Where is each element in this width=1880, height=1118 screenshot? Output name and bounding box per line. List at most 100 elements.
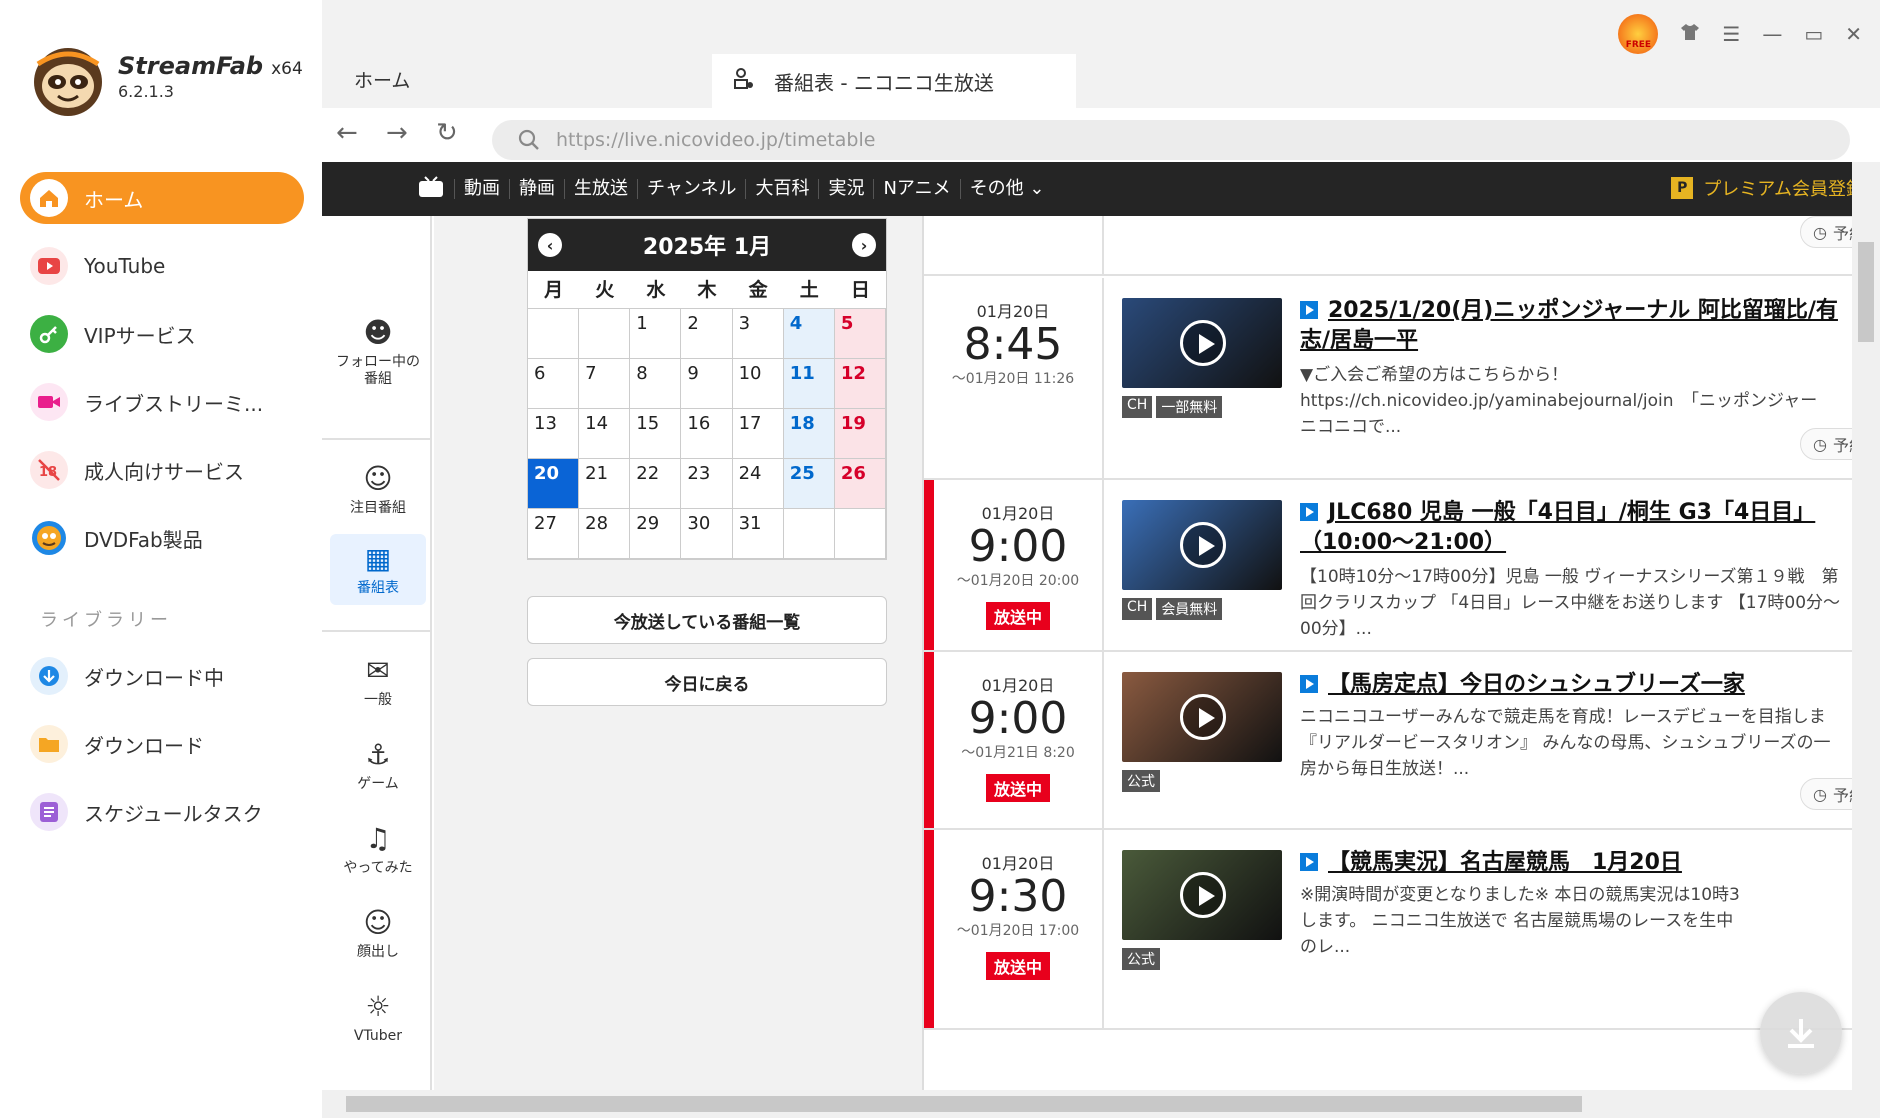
program-thumbnail[interactable] bbox=[1122, 298, 1282, 388]
calendar-day[interactable]: 19 bbox=[834, 409, 886, 459]
sidebar-item-schedule[interactable]: スケジュールタスク bbox=[20, 786, 304, 838]
nav-link-more[interactable]: その他 ⌄ bbox=[959, 179, 1054, 199]
close-icon[interactable]: ✕ bbox=[1845, 22, 1862, 46]
calendar-day[interactable]: 23 bbox=[681, 459, 733, 509]
address-bar[interactable]: https://live.nicovideo.jp/timetable bbox=[492, 120, 1850, 160]
next-month-icon[interactable]: › bbox=[851, 233, 876, 257]
nav-link-channel[interactable]: チャンネル bbox=[637, 179, 745, 199]
program-title-link[interactable]: JLC680 児島 一般「4日目」/桐生 G3「4日目」 （10:00～21:0… bbox=[1300, 498, 1852, 558]
nav-link-jikkyo[interactable]: 実況 bbox=[818, 179, 873, 199]
premium-register-link[interactable]: P プレミアム会員登録 bbox=[1671, 175, 1864, 201]
reserve-button[interactable]: ◷予約 bbox=[1800, 778, 1852, 810]
calendar-day[interactable]: 18 bbox=[783, 409, 835, 459]
calendar-day[interactable]: 22 bbox=[630, 459, 682, 509]
prev-month-icon[interactable]: ‹ bbox=[538, 233, 562, 257]
shirt-icon[interactable] bbox=[1680, 22, 1700, 46]
reserve-button[interactable]: ◷予約 bbox=[1800, 428, 1852, 460]
program-row[interactable]: 01月20日 8:45 ～01月20日 11:26 CH 一部無料 2025/1/20(月… bbox=[924, 278, 1852, 480]
sidebar-item-adult[interactable]: 18 成人向けサービス bbox=[20, 444, 304, 496]
library-section-title: ライブラリー bbox=[40, 610, 172, 631]
reserve-button[interactable]: ◷予約 bbox=[1800, 216, 1852, 248]
program-title-link[interactable]: 【競馬実況】名古屋競馬 1月20日 bbox=[1300, 848, 1852, 878]
nav-link-seiga[interactable]: 静画 bbox=[509, 179, 564, 199]
calendar-day[interactable]: 1 bbox=[630, 309, 682, 359]
nav-game[interactable]: ⚓ ゲーム bbox=[330, 738, 426, 793]
program-row[interactable]: 01月20日 9:30 ～01月20日 17:00 放送中 公式 【競馬実況】名古屋競馬 … bbox=[924, 830, 1852, 1030]
forward-icon[interactable]: → bbox=[386, 118, 408, 148]
calendar-day[interactable]: 6 bbox=[528, 359, 580, 409]
nav-timetable[interactable]: ▦ 番組表 bbox=[330, 534, 426, 605]
calendar-day[interactable]: 16 bbox=[681, 409, 733, 459]
calendar-day[interactable]: 15 bbox=[630, 409, 682, 459]
tab-home[interactable]: ホーム bbox=[354, 66, 410, 93]
niconico-tv-logo-icon[interactable] bbox=[418, 176, 444, 202]
free-gift-icon[interactable]: FREE bbox=[1618, 14, 1659, 54]
minimize-icon[interactable]: — bbox=[1762, 22, 1782, 46]
category-nav: ☻ フォロー中の番組 ☺ 注目番組 ▦ 番組表 ✉ 一般 ⚓ ゲーム ♫ やってみた ☺ 顔出… bbox=[322, 216, 432, 1090]
sidebar-item-live-streaming[interactable]: ライブストリーミ... bbox=[20, 376, 304, 428]
download-fab-button[interactable] bbox=[1760, 992, 1842, 1074]
tab-timetable[interactable]: 番組表 - ニコニコ生放送 bbox=[712, 54, 1076, 108]
chat-bubble-icon: ✉ bbox=[366, 654, 390, 687]
follow-person-icon: ☻ bbox=[363, 316, 393, 349]
calendar-day[interactable]: 3 bbox=[732, 309, 784, 359]
calendar-day[interactable]: 4 bbox=[783, 309, 835, 359]
nav-featured[interactable]: ☺ 注目番組 bbox=[330, 462, 426, 517]
calendar-day[interactable]: 5 bbox=[834, 309, 886, 359]
sidebar-item-vip[interactable]: VIPサービス bbox=[20, 308, 304, 360]
calendar-day[interactable]: 14 bbox=[579, 409, 631, 459]
calendar-day[interactable]: 8 bbox=[630, 359, 682, 409]
weekday-label: 日 bbox=[850, 279, 870, 301]
calendar-day[interactable]: 29 bbox=[630, 509, 682, 559]
program-thumbnail[interactable] bbox=[1122, 850, 1282, 940]
sidebar-item-youtube[interactable]: YouTube bbox=[20, 240, 304, 292]
nav-following[interactable]: ☻ フォロー中の番組 bbox=[330, 316, 426, 388]
sidebar-item-home[interactable]: ホーム bbox=[20, 172, 304, 224]
back-to-today-button[interactable]: 今日に戻る bbox=[527, 658, 887, 706]
calendar-day[interactable]: 9 bbox=[681, 359, 733, 409]
calendar-day[interactable]: 17 bbox=[732, 409, 784, 459]
maximize-icon[interactable]: ▭ bbox=[1804, 22, 1823, 46]
play-icon bbox=[1180, 872, 1226, 918]
calendar-day[interactable]: 10 bbox=[732, 359, 784, 409]
program-row[interactable]: 01月20日 9:00 ～01月20日 20:00 放送中 CH 会員無料 JLC680 児… bbox=[924, 480, 1852, 652]
calendar-day[interactable]: 20 bbox=[528, 459, 580, 509]
sidebar-item-downloading[interactable]: ダウンロード中 bbox=[20, 650, 304, 702]
program-row[interactable]: 01月20日 9:00 ～01月21日 8:20 放送中 公式 【馬房定点】今日のシュシュ… bbox=[924, 652, 1852, 830]
calendar-day[interactable]: 12 bbox=[834, 359, 886, 409]
program-title-link[interactable]: 【馬房定点】今日のシュシュブリーズ一家 bbox=[1300, 670, 1852, 700]
window-controls: FREE ☰ — ▭ ✕ bbox=[1618, 14, 1862, 54]
menu-icon[interactable]: ☰ bbox=[1722, 22, 1740, 46]
calendar-day[interactable]: 13 bbox=[528, 409, 580, 459]
calendar-day[interactable]: 30 bbox=[681, 509, 733, 559]
horizontal-scroll-thumb[interactable] bbox=[346, 1096, 1582, 1112]
calendar-day[interactable]: 27 bbox=[528, 509, 580, 559]
nav-link-video[interactable]: 動画 bbox=[454, 179, 509, 199]
nav-link-nanime[interactable]: Nアニメ bbox=[873, 179, 959, 199]
program-tags: CH 一部無料 bbox=[1122, 396, 1223, 418]
sidebar-item-downloads[interactable]: ダウンロード bbox=[20, 718, 304, 770]
calendar-day[interactable]: 24 bbox=[732, 459, 784, 509]
calendar-day[interactable]: 7 bbox=[579, 359, 631, 409]
calendar-day[interactable]: 21 bbox=[579, 459, 631, 509]
calendar-day[interactable]: 2 bbox=[681, 309, 733, 359]
calendar-day[interactable]: 28 bbox=[579, 509, 631, 559]
calendar-day[interactable]: 11 bbox=[783, 359, 835, 409]
nav-face[interactable]: ☺ 顔出し bbox=[330, 906, 426, 961]
program-thumbnail[interactable] bbox=[1122, 672, 1282, 762]
sidebar-item-dvdfab[interactable]: DVDFab製品 bbox=[20, 512, 304, 564]
nav-general[interactable]: ✉ 一般 bbox=[330, 654, 426, 709]
calendar-day[interactable]: 31 bbox=[732, 509, 784, 559]
nav-vtuber[interactable]: ☼ VTuber bbox=[330, 990, 426, 1045]
calendar-day[interactable]: 25 bbox=[783, 459, 835, 509]
vertical-scroll-thumb[interactable] bbox=[1858, 242, 1874, 342]
now-broadcasting-button[interactable]: 今放送している番組一覧 bbox=[527, 596, 887, 644]
nav-yattemita[interactable]: ♫ やってみた bbox=[330, 822, 426, 877]
nav-link-dic[interactable]: 大百科 bbox=[745, 179, 818, 199]
program-thumbnail[interactable] bbox=[1122, 500, 1282, 590]
calendar-day[interactable]: 26 bbox=[834, 459, 886, 509]
reload-icon[interactable]: ↻ bbox=[436, 118, 458, 148]
nav-link-live[interactable]: 生放送 bbox=[564, 179, 637, 199]
back-icon[interactable]: ← bbox=[336, 118, 358, 148]
program-title-link[interactable]: 2025/1/20(月)ニッポンジャーナル 阿比留瑠比/有 志/居島一平 bbox=[1300, 296, 1852, 356]
